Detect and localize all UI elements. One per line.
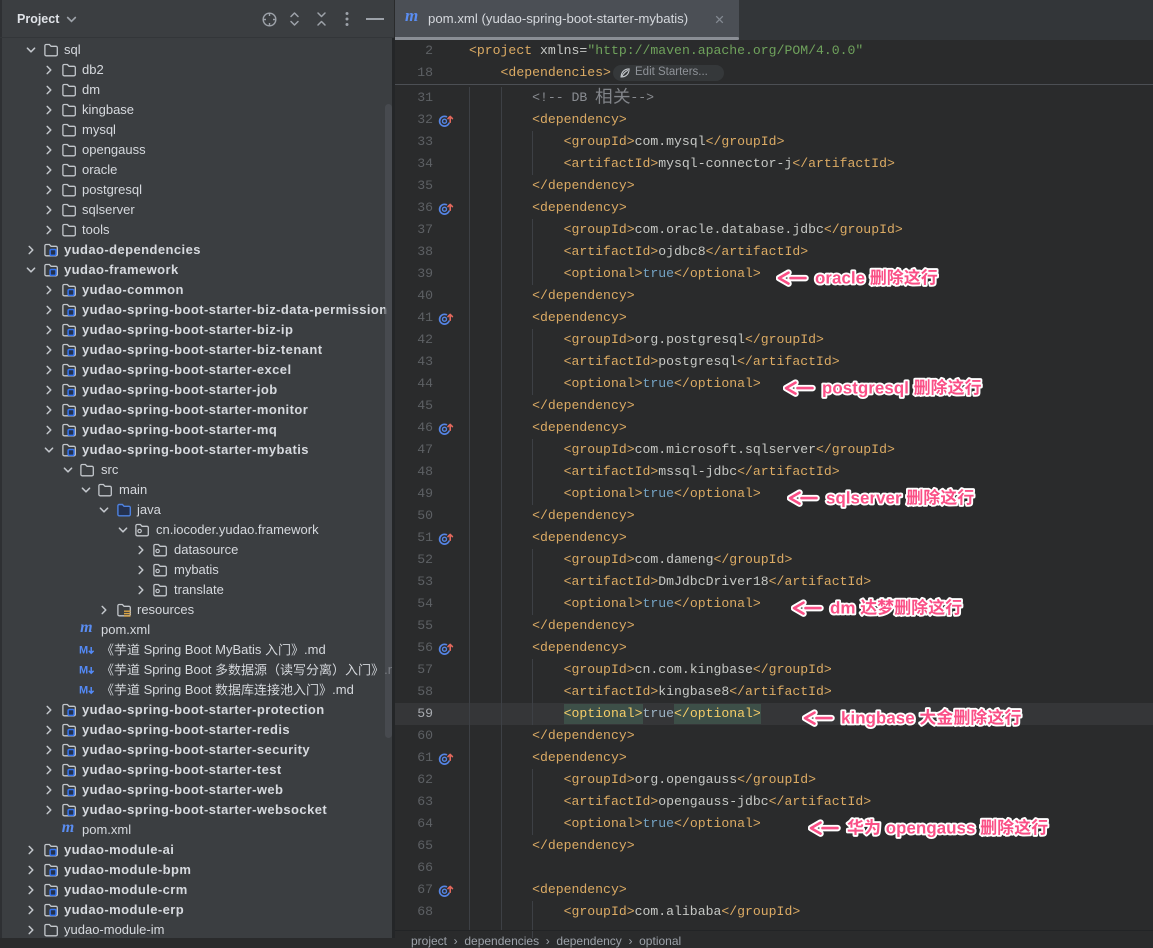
svg-text:M: M <box>79 665 88 677</box>
svg-text:M: M <box>79 685 88 697</box>
svg-text:M: M <box>79 645 88 657</box>
